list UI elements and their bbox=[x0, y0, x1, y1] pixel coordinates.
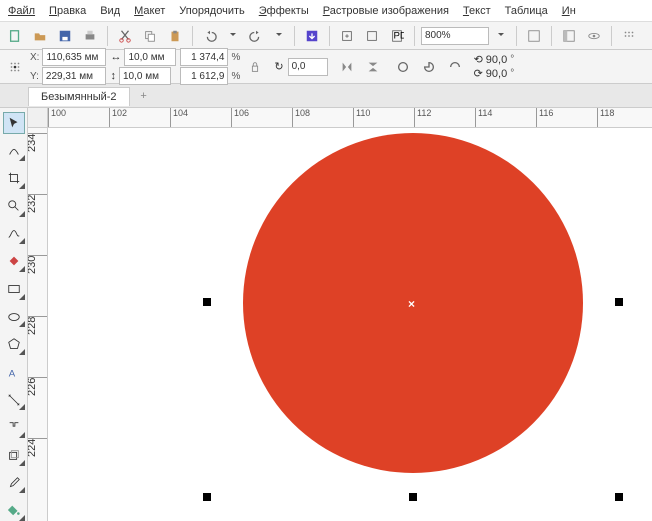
import-button[interactable] bbox=[301, 25, 323, 47]
tab-doc1[interactable]: Безымянный-2 bbox=[28, 87, 130, 106]
menu-table[interactable]: Таблица bbox=[505, 5, 548, 17]
new-button[interactable] bbox=[4, 25, 26, 47]
dimension-tool[interactable] bbox=[3, 389, 25, 411]
shape-tool[interactable] bbox=[3, 140, 25, 162]
pdf-button[interactable]: PDF bbox=[386, 25, 408, 47]
export-button[interactable] bbox=[336, 25, 358, 47]
x-label: X: bbox=[30, 52, 39, 63]
copy-button[interactable] bbox=[139, 25, 161, 47]
text-tool[interactable]: A bbox=[3, 361, 25, 383]
zoom-field[interactable]: 800% bbox=[421, 27, 489, 45]
property-bar: X:110,635 мм Y:229,31 мм ↔10,0 мм ↕10,0 … bbox=[0, 50, 652, 84]
width-field[interactable]: 10,0 мм bbox=[124, 48, 176, 66]
mirror-h-button[interactable] bbox=[336, 56, 358, 78]
menu-edit[interactable]: Правка bbox=[49, 5, 86, 17]
height-icon: ↕ bbox=[110, 70, 116, 82]
pick-tool[interactable] bbox=[3, 112, 25, 134]
menu-effects[interactable]: Эффекты bbox=[259, 5, 309, 17]
print-button[interactable] bbox=[79, 25, 101, 47]
view2-button[interactable] bbox=[583, 25, 605, 47]
end-angle-value: 90,0 bbox=[486, 68, 507, 80]
toolbar-main: PDF 800% bbox=[0, 22, 652, 50]
handle-ml[interactable] bbox=[203, 298, 211, 306]
workspace: A 100102104106108110112114116118 2342322… bbox=[0, 108, 652, 521]
ellipse-tool[interactable] bbox=[3, 306, 25, 328]
redo-button[interactable] bbox=[245, 25, 267, 47]
end-angle-icon: ⟳ bbox=[474, 67, 483, 80]
scale-fields: 1 374,4% 1 612,9% bbox=[180, 48, 240, 85]
zoom-tool[interactable] bbox=[3, 195, 25, 217]
canvas-area: 100102104106108110112114116118 234232230… bbox=[28, 108, 652, 521]
zoom-dropdown[interactable] bbox=[492, 25, 510, 47]
handle-bl[interactable] bbox=[203, 493, 211, 501]
crop-tool[interactable] bbox=[3, 167, 25, 189]
menubar: Файл Правка Вид Макет Упорядочить Эффект… bbox=[0, 0, 652, 22]
arc-mode-button[interactable] bbox=[444, 56, 466, 78]
eyedropper-tool[interactable] bbox=[3, 472, 25, 494]
polygon-tool[interactable] bbox=[3, 333, 25, 355]
canvas[interactable]: × bbox=[48, 128, 652, 521]
save-button[interactable] bbox=[54, 25, 76, 47]
svg-text:PDF: PDF bbox=[394, 30, 405, 41]
origin-button[interactable] bbox=[4, 56, 26, 78]
ruler-horizontal[interactable]: 100102104106108110112114116118 bbox=[48, 108, 652, 128]
menu-bitmaps[interactable]: Растровые изображения bbox=[323, 5, 449, 17]
rotate-icon: ↻ bbox=[274, 60, 283, 73]
view1-button[interactable] bbox=[558, 25, 580, 47]
connector-tool[interactable] bbox=[3, 416, 25, 438]
menu-layout[interactable]: Макет bbox=[134, 5, 165, 17]
undo-dropdown[interactable] bbox=[224, 25, 242, 47]
position-fields: X:110,635 мм Y:229,31 мм bbox=[30, 48, 106, 85]
menu-arrange[interactable]: Упорядочить bbox=[179, 5, 244, 17]
handle-bm[interactable] bbox=[409, 493, 417, 501]
center-marker[interactable]: × bbox=[408, 297, 415, 311]
handle-mr[interactable] bbox=[615, 298, 623, 306]
open-button[interactable] bbox=[29, 25, 51, 47]
ruler-corner[interactable] bbox=[28, 108, 48, 128]
menu-text[interactable]: Текст bbox=[463, 5, 491, 17]
start-angle-icon: ⟲ bbox=[474, 53, 483, 66]
fill-tool[interactable] bbox=[3, 499, 25, 521]
start-angle-value: 90,0 bbox=[486, 54, 507, 66]
mirror-v-button[interactable] bbox=[362, 56, 384, 78]
toolbox: A bbox=[0, 108, 28, 521]
tab-add[interactable]: + bbox=[134, 86, 154, 106]
effects-tool[interactable] bbox=[3, 444, 25, 466]
pie-mode-button[interactable] bbox=[418, 56, 440, 78]
scaley-field[interactable]: 1 612,9 bbox=[180, 67, 228, 85]
rectangle-tool[interactable] bbox=[3, 278, 25, 300]
smart-fill-tool[interactable] bbox=[3, 250, 25, 272]
freehand-tool[interactable] bbox=[3, 223, 25, 245]
snap-button[interactable] bbox=[523, 25, 545, 47]
publish-button[interactable] bbox=[361, 25, 383, 47]
paste-button[interactable] bbox=[164, 25, 186, 47]
selection-box: × bbox=[203, 128, 623, 501]
x-field[interactable]: 110,635 мм bbox=[42, 48, 106, 66]
undo-button[interactable] bbox=[199, 25, 221, 47]
scalex-field[interactable]: 1 374,4 bbox=[180, 48, 228, 66]
rotation-field[interactable]: 0,0 bbox=[288, 58, 328, 76]
menu-file[interactable]: Файл bbox=[8, 5, 35, 17]
handle-br[interactable] bbox=[615, 493, 623, 501]
lock-ratio-button[interactable] bbox=[244, 56, 266, 78]
y-field[interactable]: 229,31 мм bbox=[42, 67, 106, 85]
size-fields: ↔10,0 мм ↕10,0 мм bbox=[110, 48, 176, 85]
document-tabs: Безымянный-2 + bbox=[0, 84, 652, 108]
y-label: Y: bbox=[30, 71, 39, 82]
options-button[interactable] bbox=[618, 25, 640, 47]
menu-view[interactable]: Вид bbox=[100, 5, 120, 17]
width-icon: ↔ bbox=[110, 51, 121, 63]
redo-dropdown[interactable] bbox=[270, 25, 288, 47]
cut-button[interactable] bbox=[114, 25, 136, 47]
svg-text:A: A bbox=[8, 368, 15, 379]
ruler-vertical[interactable]: 234232230228226224 bbox=[28, 128, 48, 521]
arc-angles: ⟲90,0° ⟳90,0° bbox=[474, 53, 515, 80]
height-field[interactable]: 10,0 мм bbox=[119, 67, 171, 85]
ellipse-mode-button[interactable] bbox=[392, 56, 414, 78]
menu-tools[interactable]: Ин bbox=[562, 5, 576, 17]
